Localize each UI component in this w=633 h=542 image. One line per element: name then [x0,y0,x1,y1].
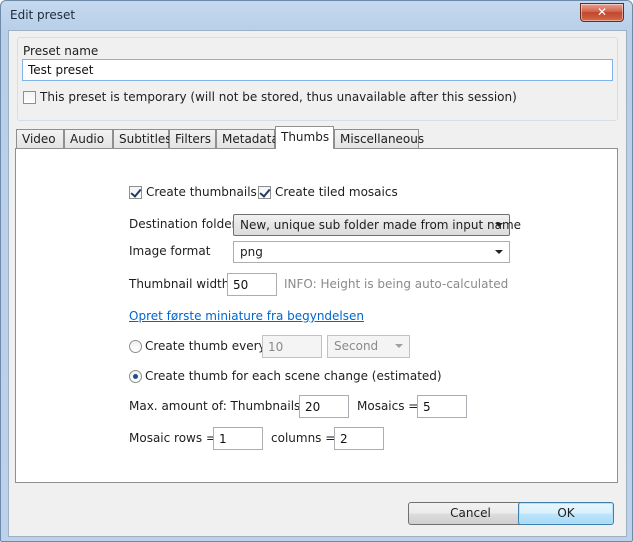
thumb-interval-unit-select[interactable]: Second [327,335,410,358]
mosaic-rows-input[interactable] [213,427,263,450]
tab-thumbs[interactable]: Thumbs [275,126,334,149]
thumbnail-width-label: Thumbnail width [129,277,230,291]
chevron-down-icon [395,344,403,348]
image-format-value: png [240,245,263,259]
create-thumbnails-label: Create thumbnails [146,185,257,199]
tab-subtitles[interactable]: Subtitles [113,129,172,148]
max-mosaics-label: Mosaics = [357,399,419,413]
tab-filters[interactable]: Filters [169,129,216,148]
preset-name-group: Preset name This preset is temporary (wi… [17,37,618,121]
close-button[interactable]: ✕ [580,3,624,22]
dialog-client-area: Preset name This preset is temporary (wi… [8,30,627,537]
first-thumbnail-link[interactable]: Opret første miniature fra begyndelsen [129,309,364,323]
max-mosaics-input[interactable] [417,395,467,418]
cancel-button[interactable]: Cancel [408,502,533,525]
tab-miscellaneous[interactable]: Miscellaneous [334,129,424,148]
temporary-checkbox[interactable] [23,91,36,104]
thumbnail-width-input[interactable] [227,273,277,296]
tab-video[interactable]: Video [16,129,64,148]
create-mosaics-checkbox[interactable] [258,186,271,199]
scene-change-radio[interactable] [129,370,142,383]
create-thumb-every-radio[interactable] [129,340,142,353]
create-thumb-every-label: Create thumb every [145,339,266,353]
scene-change-label: Create thumb for each scene change (esti… [145,369,442,383]
create-mosaics-label: Create tiled mosaics [275,185,398,199]
thumb-interval-unit-value: Second [334,339,379,353]
thumb-interval-input[interactable] [262,335,322,358]
max-thumbnails-input[interactable] [299,395,349,418]
window-title: Edit preset [10,8,76,22]
image-format-label: Image format [129,244,211,258]
title-bar[interactable]: Edit preset ✕ [1,1,632,30]
max-thumbnails-label: Max. amount of: Thumbnails = [129,399,315,413]
preset-name-input[interactable] [22,59,613,81]
image-format-select[interactable]: png [233,241,510,263]
destination-folder-value: New, unique sub folder made from input n… [240,218,522,232]
thumbs-panel: Create thumbnails Create tiled mosaics D… [15,148,618,483]
create-thumbnails-checkbox[interactable] [129,186,142,199]
chevron-down-icon [495,250,503,254]
thumbnail-width-info: INFO: Height is being auto-calculated [284,277,509,291]
tab-metadata[interactable]: Metadata [216,129,279,148]
tab-audio[interactable]: Audio [64,129,113,148]
close-icon: ✕ [596,5,608,19]
ok-button[interactable]: OK [518,502,614,525]
temporary-label: This preset is temporary (will not be st… [40,90,517,104]
mosaic-rows-label: Mosaic rows = [129,431,216,445]
edit-preset-dialog: Edit preset ✕ Preset name This preset is… [0,0,633,542]
preset-name-label: Preset name [23,44,99,58]
destination-folder-select[interactable]: New, unique sub folder made from input n… [233,214,521,236]
chevron-down-icon [495,223,503,227]
destination-folder-label: Destination folder: [129,217,241,231]
mosaic-columns-label: columns = [271,431,336,445]
mosaic-columns-input[interactable] [334,427,384,450]
